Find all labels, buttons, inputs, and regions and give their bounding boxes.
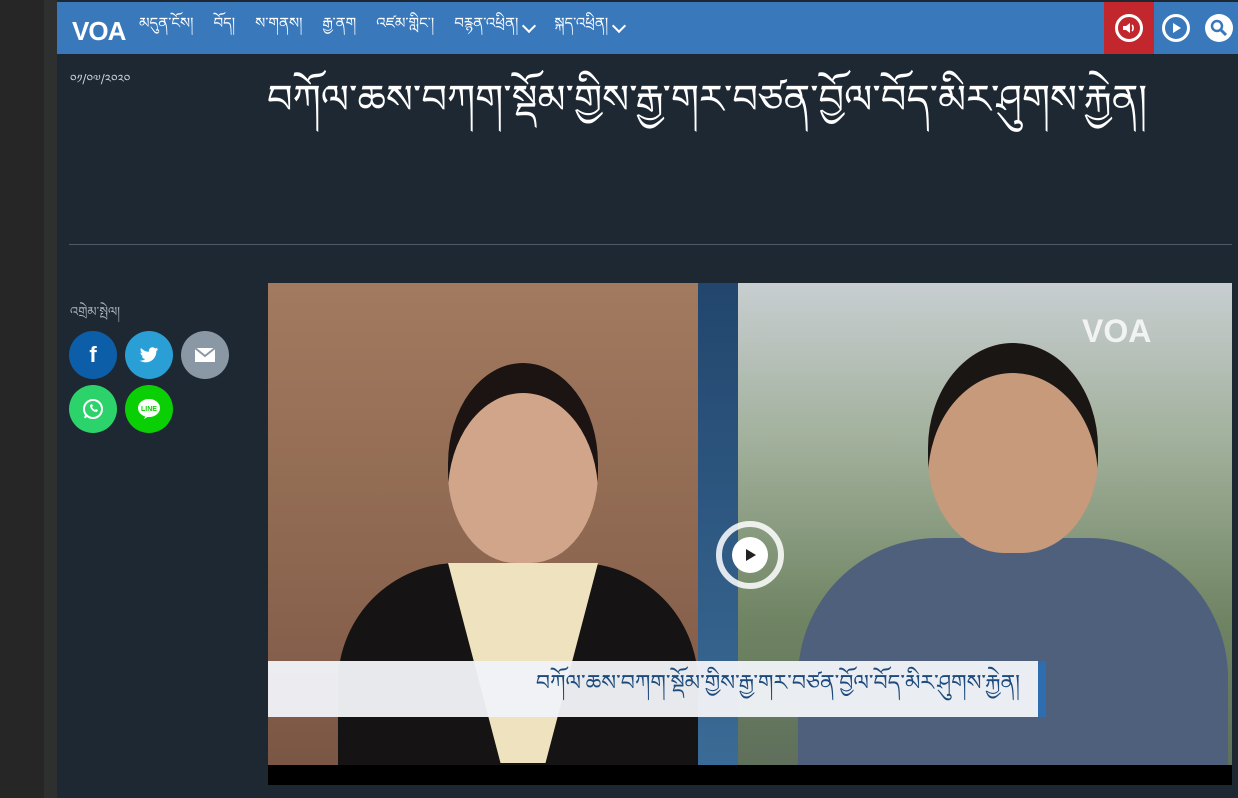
main-nav: མདུན་ངོས། བོད། ས་གནས། རྒྱ་ནག འཛམ་གླིང་། … [139, 2, 644, 54]
guest-right [798, 538, 1228, 768]
lower-third-accent [1038, 661, 1046, 717]
nav-item-radio[interactable]: སྐད་འཕྲིན། [554, 7, 627, 49]
whatsapp-icon [83, 399, 103, 419]
article-date: ༠༡/༠༧/༢༠༢༠ [70, 72, 131, 86]
guest-right-head [928, 343, 1098, 553]
nav-item-tibet[interactable]: བོད། [213, 7, 235, 49]
audio-button[interactable] [1104, 2, 1154, 54]
divider [69, 244, 1232, 245]
twitter-bird-icon [139, 347, 159, 363]
envelope-icon [194, 347, 216, 362]
nav-item-video[interactable]: བརྙན་འཕྲིན། [454, 7, 537, 49]
line-icon: LINE [138, 399, 160, 419]
whatsapp-share-button[interactable] [69, 385, 117, 433]
search-icon[interactable] [1205, 14, 1233, 42]
video-lower-third: བཀོལ་ཆས་བཀག་སྡོམ་གྱིས་རྒྱ་གར་བཙན་བྱོལ་བོ… [268, 661, 1044, 717]
play-circle-icon[interactable] [1162, 14, 1190, 42]
video-play-button[interactable] [716, 521, 784, 589]
play-icon [732, 537, 768, 573]
video-player[interactable]: VOA བཀོལ་ཆས་བཀག་སྡོམ་གྱིས་རྒྱ་གར་བཙན་བྱོ… [268, 283, 1232, 785]
presenter-left-head [448, 363, 598, 563]
share-label: འགྲེམ་སྤེལ། [70, 305, 121, 320]
gutter-strip [44, 0, 57, 798]
chevron-down-icon [522, 18, 537, 33]
voa-watermark: VOA [1082, 313, 1152, 349]
nav-item-china[interactable]: རྒྱ་ནག [322, 7, 356, 49]
email-share-button[interactable] [181, 331, 229, 379]
lower-third-text: བཀོལ་ཆས་བཀག་སྡོམ་གྱིས་རྒྱ་གར་བཙན་བྱོལ་བོ… [535, 671, 1020, 696]
line-share-button[interactable]: LINE [125, 385, 173, 433]
nav-item-local[interactable]: ས་གནས། [255, 7, 302, 49]
facebook-share-button[interactable]: f [69, 331, 117, 379]
svg-text:LINE: LINE [141, 406, 157, 413]
voa-logo[interactable]: VOA [72, 16, 126, 47]
twitter-share-button[interactable] [125, 331, 173, 379]
nav-item-world[interactable]: འཛམ་གླིང་། [376, 7, 434, 49]
facebook-icon: f [89, 342, 97, 367]
left-gutter [0, 0, 45, 798]
video-control-bar[interactable] [268, 765, 1232, 785]
page: VOA མདུན་ངོས། བོད། ས་གནས། རྒྱ་ནག འཛམ་གླི… [57, 0, 1238, 798]
top-navigation-bar: VOA མདུན་ངོས། བོད། ས་གནས། རྒྱ་ནག འཛམ་གླི… [57, 2, 1238, 54]
chevron-down-icon [612, 18, 627, 33]
speaker-icon [1115, 14, 1143, 42]
article-headline: བཀོལ་ཆས་བཀག་སྡོམ་གྱིས་རྒྱ་གར་བཙན་བྱོལ་བོ… [267, 77, 1148, 123]
nav-item-home[interactable]: མདུན་ངོས། [139, 7, 193, 49]
